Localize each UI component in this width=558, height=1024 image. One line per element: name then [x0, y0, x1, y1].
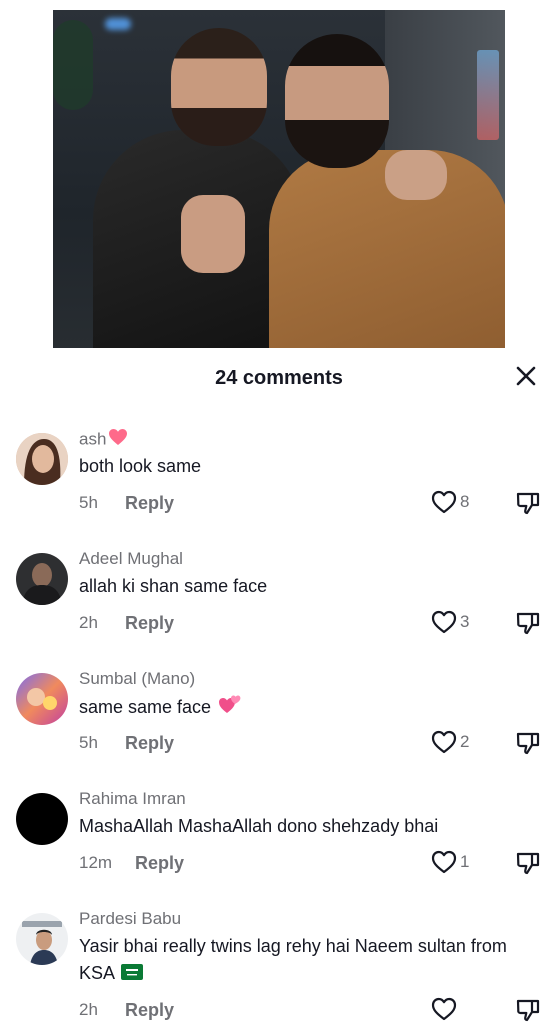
saudi-flag-emoji-icon: [121, 961, 144, 988]
comment-text: allah ki shan same face: [79, 576, 268, 596]
video-area[interactable]: [0, 0, 558, 380]
avatar[interactable]: [16, 793, 68, 845]
reply-button[interactable]: Reply: [125, 732, 174, 754]
heart-outline-icon: [431, 610, 457, 634]
comment-time: 5h: [79, 733, 98, 752]
comment-time: 5h: [79, 493, 98, 512]
thumbs-down-icon: [516, 852, 540, 875]
comments-count-title: 24 comments: [215, 367, 343, 389]
reply-button[interactable]: Reply: [125, 492, 174, 514]
thumbs-down-icon: [516, 492, 540, 515]
person-left-head: [171, 28, 267, 146]
reply-button[interactable]: Reply: [125, 999, 174, 1021]
comment-username[interactable]: ash: [79, 428, 128, 450]
fist-hand: [385, 150, 447, 200]
comment-time: 2h: [79, 613, 98, 632]
like-count: 2: [460, 732, 470, 751]
comment-username[interactable]: Sumbal (Mano): [79, 668, 195, 690]
avatar[interactable]: [16, 553, 68, 605]
comment-text-content: same same face: [79, 696, 212, 717]
tiktok-comments-screen: 24 comments ash both look same 5h Reply …: [0, 0, 558, 1024]
comments-header: 24 comments: [0, 348, 558, 410]
avatar[interactable]: [16, 433, 68, 485]
reply-button[interactable]: Reply: [135, 852, 184, 874]
close-button[interactable]: [512, 362, 540, 390]
username-text: ash: [79, 429, 107, 449]
close-icon: [516, 366, 536, 386]
comment-text-content: Yasir bhai really twins lag rehy hai Nae…: [79, 936, 507, 983]
person-right-head: [285, 34, 389, 168]
comment-username[interactable]: Pardesi Babu: [79, 908, 181, 930]
dislike-button[interactable]: [514, 996, 542, 1024]
heart-outline-icon: [431, 997, 457, 1021]
like-count: 3: [460, 612, 470, 631]
comments-sheet: 24 comments ash both look same 5h Reply …: [0, 348, 558, 1024]
comment-text: same same face: [79, 693, 534, 723]
like-count: 8: [460, 492, 470, 511]
thumbs-down-icon: [516, 612, 540, 635]
like-button[interactable]: 1: [430, 849, 480, 875]
photo-light: [105, 18, 131, 30]
heart-outline-icon: [431, 490, 457, 514]
comment-username[interactable]: Adeel Mughal: [79, 548, 183, 570]
heart-outline-icon: [431, 850, 457, 874]
dislike-button[interactable]: [514, 849, 542, 877]
reply-button[interactable]: Reply: [125, 612, 174, 634]
thumbs-down-icon: [516, 999, 540, 1022]
dislike-button[interactable]: [514, 729, 542, 757]
photo-plant: [53, 20, 93, 110]
dislike-button[interactable]: [514, 489, 542, 517]
thumbs-down-icon: [516, 732, 540, 755]
like-button[interactable]: 3: [430, 609, 480, 635]
comment-username[interactable]: Rahima Imran: [79, 788, 186, 810]
comment-text: both look same: [79, 456, 202, 476]
like-button[interactable]: [430, 996, 480, 1022]
heart-emoji-icon: [108, 428, 128, 452]
dislike-button[interactable]: [514, 609, 542, 637]
comment-time: 2h: [79, 1000, 98, 1019]
heart-outline-icon: [431, 730, 457, 754]
like-count: 1: [460, 852, 470, 871]
comment-text: Yasir bhai really twins lag rehy hai Nae…: [79, 933, 534, 988]
thumbs-up-hand: [181, 195, 245, 273]
two-hearts-emoji-icon: [218, 693, 242, 723]
like-button[interactable]: 2: [430, 729, 480, 755]
avatar[interactable]: [16, 673, 68, 725]
avatar[interactable]: [16, 913, 68, 965]
comment-text: MashaAllah MashaAllah dono shehzady bhai: [79, 816, 439, 836]
like-button[interactable]: 8: [430, 489, 480, 515]
video-photo[interactable]: [53, 10, 505, 380]
comment-time: 12m: [79, 853, 113, 872]
photo-screen-glow: [477, 50, 499, 140]
